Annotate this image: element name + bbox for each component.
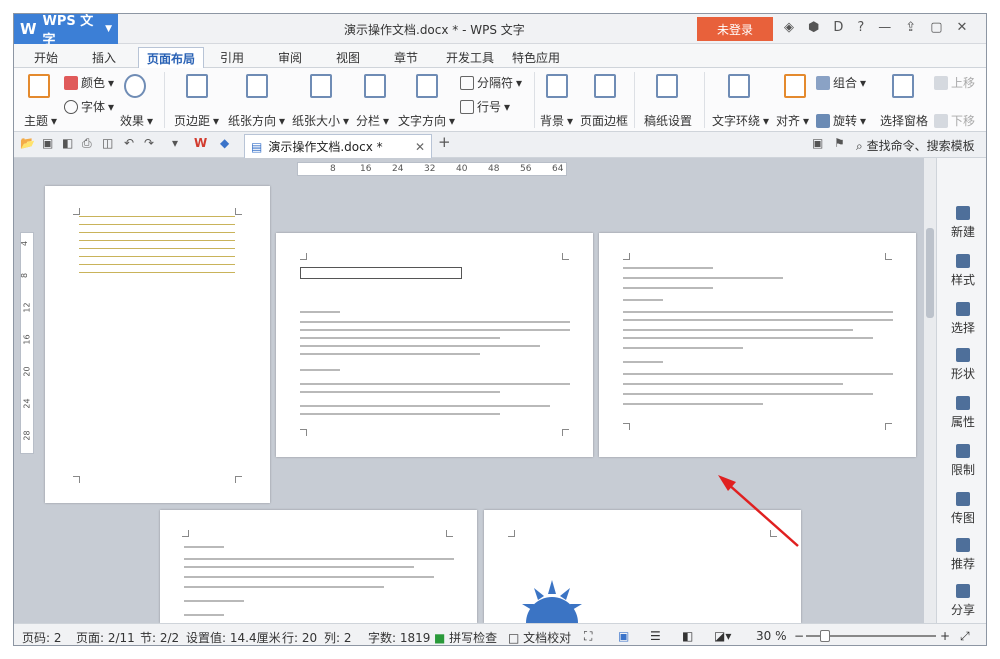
spell-check-toggle[interactable]: ■ 拼写检查 <box>434 629 498 645</box>
status-bar: 页码: 2 页面: 2/11 节: 2/2 设置值: 14.4厘米 行: 20 … <box>14 623 986 645</box>
proofread-toggle[interactable]: □ 文档校对 <box>508 629 572 645</box>
spell-check-label: 拼写检查 <box>449 631 498 645</box>
sidebar-item-share[interactable]: 分享 <box>937 584 986 618</box>
status-col: 列: 2 <box>324 631 352 645</box>
scrollbar-thumb[interactable] <box>926 228 934 318</box>
sidebar-item-style[interactable]: 样式 <box>937 254 986 288</box>
fit-window-icon[interactable]: ⤢ <box>960 629 970 644</box>
properties-icon <box>956 396 970 410</box>
checkbox-icon: □ <box>508 631 520 645</box>
zoom-slider-handle[interactable] <box>820 630 830 642</box>
restrict-icon <box>956 444 970 458</box>
zoom-in-icon[interactable]: + <box>940 629 950 643</box>
status-setting: 设置值: 14.4厘米 <box>186 631 281 645</box>
sidebar-item-label: 推荐 <box>950 557 975 571</box>
outline-view-icon[interactable]: ☰ <box>650 629 661 643</box>
share-icon <box>956 584 970 598</box>
new-doc-icon <box>956 206 970 220</box>
image-icon <box>956 492 970 506</box>
sidebar-item-label: 属性 <box>950 415 975 429</box>
status-row: 行: 20 <box>282 631 318 645</box>
check-icon: ■ <box>434 631 446 645</box>
select-icon <box>956 302 970 316</box>
proofread-label: 文档校对 <box>523 631 572 645</box>
annotation-arrow <box>718 475 799 547</box>
sidebar-item-label: 传图 <box>950 511 975 525</box>
fullscreen-icon[interactable]: ⛶ <box>584 629 592 644</box>
page-view-icon[interactable]: ▣ <box>618 629 629 643</box>
sidebar-item-label: 限制 <box>950 463 975 477</box>
web-view-icon[interactable]: ◧ <box>682 629 693 643</box>
wps-window: W WPS 文字 ▼ 演示操作文档.docx * - WPS 文字 未登录 ◈ … <box>13 13 987 646</box>
sidebar-item-label: 形状 <box>950 367 975 381</box>
eye-protect-icon[interactable]: ◪▾ <box>714 629 731 643</box>
style-icon <box>956 254 970 268</box>
status-section: 节: 2/2 <box>140 631 180 645</box>
status-page: 页面: 2/11 <box>76 631 135 645</box>
status-words: 字数: 1819 <box>368 631 431 645</box>
sidebar-item-label: 样式 <box>950 273 975 287</box>
sidebar-item-label: 新建 <box>950 225 975 239</box>
sidebar-item-label: 分享 <box>950 603 975 617</box>
sidebar-item-properties[interactable]: 属性 <box>937 396 986 430</box>
status-page-code: 页码: 2 <box>22 631 62 645</box>
sidebar-item-upload-image[interactable]: 传图 <box>937 492 986 526</box>
sidebar-item-recommend[interactable]: 推荐 <box>937 538 986 572</box>
sidebar-item-select[interactable]: 选择 <box>937 302 986 336</box>
sidebar-item-label: 选择 <box>950 321 975 335</box>
sidebar-item-new[interactable]: 新建 <box>937 206 986 240</box>
recommend-icon <box>956 538 970 552</box>
shape-icon <box>956 348 970 362</box>
zoom-out-icon[interactable]: − <box>794 629 804 643</box>
sidebar-item-restrict[interactable]: 限制 <box>937 444 986 478</box>
sidebar-item-shape[interactable]: 形状 <box>937 348 986 382</box>
right-sidebar: 新建 样式 选择 形状 属性 限制 传图 推荐 分享 <box>936 158 986 623</box>
zoom-level[interactable]: 30 % <box>756 629 787 643</box>
vertical-scrollbar[interactable] <box>924 158 936 623</box>
